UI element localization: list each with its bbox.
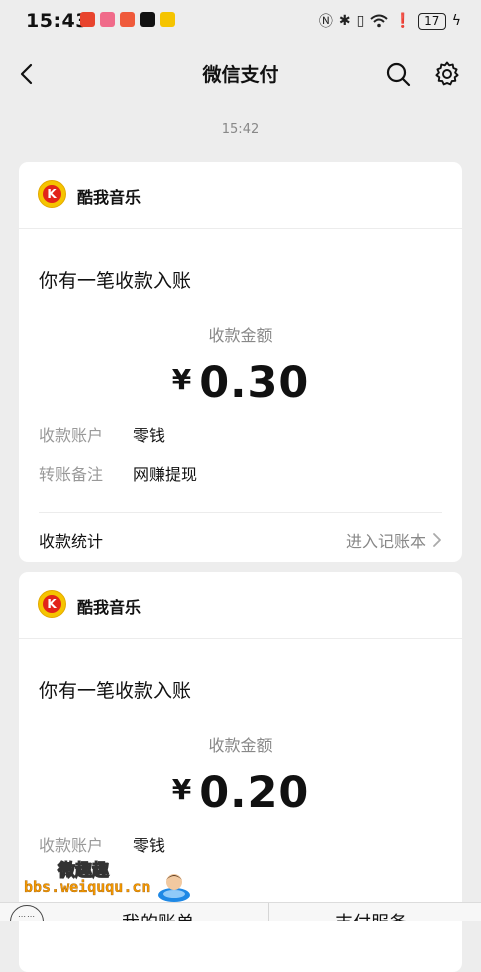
watermark: 微趣趣 bbs.weiququ.cn xyxy=(18,856,198,906)
app-icon-pink xyxy=(100,12,115,27)
kuwo-music-logo-icon: K xyxy=(38,590,66,618)
charging-icon: ϟ xyxy=(451,13,461,29)
app-icon-yellow xyxy=(160,12,175,27)
amount-label: 收款金额 xyxy=(208,736,273,755)
message-timestamp: 15:42 xyxy=(221,122,260,137)
alert-icon: ❗ xyxy=(394,13,412,29)
app-icon-red xyxy=(80,12,95,27)
currency-symbol: ¥ xyxy=(171,363,192,396)
nav-bar: 微信支付 xyxy=(0,44,481,104)
field-value: 零钱 xyxy=(133,836,166,855)
footer-stats-label: 收款统计 xyxy=(39,532,104,551)
bluetooth-icon: ✱ xyxy=(338,13,351,29)
amount-value: 0.30 xyxy=(199,358,310,408)
open-ledger-label: 进入记账本 xyxy=(345,532,426,551)
amount: ¥0.20 xyxy=(19,768,462,818)
nfc-icon: Ⓝ xyxy=(318,14,333,30)
card-heading: 你有一笔收款入账 xyxy=(39,680,192,702)
tiktok-icon xyxy=(140,12,155,27)
payment-card[interactable]: K 酷我音乐 你有一笔收款入账 收款金额 ¥0.30 收款账户 零钱 转账备注 … xyxy=(19,162,462,562)
merchant-name: 酷我音乐 xyxy=(77,188,142,207)
search-icon[interactable] xyxy=(384,60,412,88)
open-ledger-link[interactable]: 进入记账本 xyxy=(346,528,442,552)
card-header: K 酷我音乐 xyxy=(19,162,462,229)
card-heading: 你有一笔收款入账 xyxy=(39,270,192,292)
amount-value: 0.20 xyxy=(199,768,310,818)
card-header: K 酷我音乐 xyxy=(19,572,462,639)
wifi-icon xyxy=(370,14,388,28)
amount-label: 收款金额 xyxy=(208,326,273,345)
status-bar: 15:43 Ⓝ ✱ ▯ ❗ 17 ϟ xyxy=(0,0,481,44)
vibrate-icon: ▯ xyxy=(356,13,365,29)
field-value: 网赚提现 xyxy=(133,465,198,484)
amount: ¥0.30 xyxy=(19,358,462,408)
divider xyxy=(268,903,269,921)
chevron-right-icon xyxy=(433,533,441,547)
app-icon-orange xyxy=(120,12,135,27)
field-label: 转账备注 xyxy=(39,465,104,484)
bottom-menu-bar: ⋯⋯ 我的账单 支付服务 xyxy=(0,902,481,921)
tab-payment-service[interactable]: 支付服务 xyxy=(335,909,407,921)
kuwo-music-logo-icon: K xyxy=(38,180,66,208)
field-value: 零钱 xyxy=(133,426,166,445)
currency-symbol: ¥ xyxy=(171,773,192,806)
battery-level: 17 xyxy=(417,12,446,30)
watermark-url: bbs.weiququ.cn xyxy=(24,878,151,896)
status-indicators: Ⓝ ✱ ▯ ❗ 17 ϟ xyxy=(319,11,461,31)
ledger-link[interactable]: 收款统计 进入记账本 xyxy=(39,512,442,562)
mascot-icon xyxy=(158,874,190,902)
tab-my-bill[interactable]: 我的账单 xyxy=(122,909,194,921)
merchant-name: 酷我音乐 xyxy=(77,598,142,617)
gear-icon[interactable] xyxy=(433,60,461,88)
field-label: 收款账户 xyxy=(39,426,104,445)
notification-icons xyxy=(80,12,175,27)
field-label: 收款账户 xyxy=(39,836,104,855)
keyboard-icon[interactable]: ⋯⋯ xyxy=(10,905,44,921)
